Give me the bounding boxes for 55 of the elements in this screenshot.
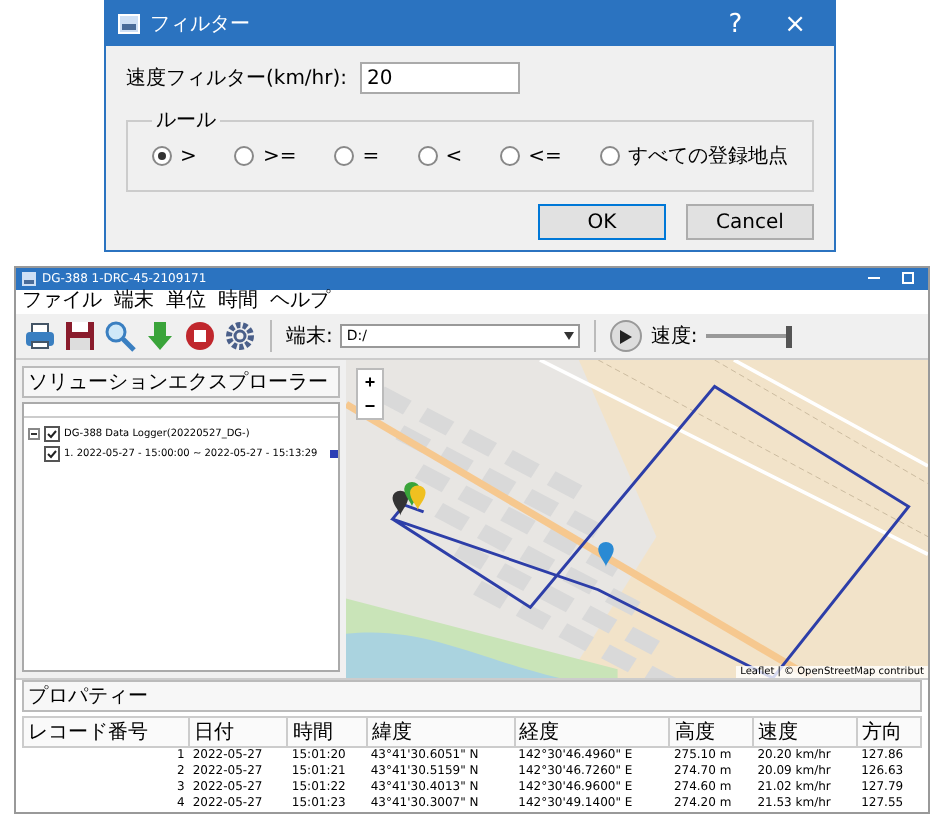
rule-radio-option[interactable]: すべての登録地点 — [599, 142, 788, 170]
column-header[interactable]: レコード番号 — [23, 717, 189, 747]
menu-item[interactable]: 時間 — [218, 292, 258, 312]
save-icon[interactable] — [64, 320, 96, 352]
play-button[interactable] — [610, 320, 643, 352]
column-header[interactable]: 日付 — [188, 717, 288, 747]
collapse-icon[interactable] — [28, 428, 40, 440]
rule-group-title: ルール — [154, 108, 218, 134]
speed-filter-field[interactable]: 20 — [359, 62, 520, 94]
close-button[interactable]: × — [768, 9, 822, 39]
app-icon — [22, 272, 36, 286]
column-header[interactable]: 方向 — [857, 717, 921, 747]
cancel-button[interactable]: Cancel — [686, 204, 814, 240]
dropdown-caret-icon[interactable] — [564, 332, 575, 340]
printer-icon[interactable] — [24, 320, 56, 352]
menu-item[interactable]: ファイル — [22, 292, 102, 312]
maximize-icon[interactable] — [902, 271, 914, 283]
radio-button[interactable] — [417, 146, 438, 166]
properties-title: プロパティー — [22, 680, 922, 712]
app-icon — [118, 14, 140, 34]
slider-thumb[interactable] — [785, 325, 792, 347]
radio-button[interactable] — [500, 146, 521, 166]
rule-radio-option[interactable]: >= — [234, 145, 297, 167]
play-icon[interactable] — [620, 329, 633, 343]
download-arrow-icon[interactable] — [144, 320, 176, 352]
menu-item[interactable]: 端末 — [114, 292, 154, 312]
radio-button[interactable] — [234, 146, 255, 166]
column-header[interactable]: 時間 — [287, 717, 367, 747]
search-icon[interactable] — [104, 320, 136, 352]
rule-radio-option[interactable]: = — [334, 145, 380, 167]
menu-item[interactable]: ヘルプ — [270, 292, 330, 312]
rule-radio-option[interactable]: <= — [500, 145, 562, 167]
settings-icon[interactable] — [224, 320, 256, 352]
stop-icon[interactable] — [184, 320, 216, 352]
column-header[interactable]: 高度 — [669, 717, 754, 747]
checkbox[interactable] — [44, 446, 60, 462]
column-header[interactable]: 緯度 — [366, 717, 515, 747]
speed-filter-label: 速度フィルター(km/hr): — [126, 65, 348, 92]
radio-button[interactable] — [334, 146, 355, 166]
dialog-title: フィルター — [150, 12, 252, 38]
column-header[interactable]: 経度 — [514, 717, 670, 747]
radio-button[interactable] — [599, 146, 620, 166]
terminal-label: 端末: — [286, 323, 333, 350]
menu-item[interactable]: 単位 — [166, 292, 206, 312]
radio-button[interactable] — [152, 146, 172, 166]
explorer-title: ソリューションエクスプローラー — [22, 366, 340, 398]
speed-label: 速度: — [650, 323, 698, 350]
rule-radio-option[interactable]: > — [152, 145, 197, 167]
ok-button[interactable]: OK — [538, 204, 666, 240]
checkbox[interactable] — [44, 426, 60, 442]
map-drawing[interactable] — [346, 360, 928, 678]
minimize-icon[interactable] — [868, 271, 880, 283]
column-header[interactable]: 速度 — [753, 717, 858, 747]
help-button[interactable]: ? — [712, 9, 759, 39]
rule-radio-option[interactable]: < — [417, 145, 463, 167]
